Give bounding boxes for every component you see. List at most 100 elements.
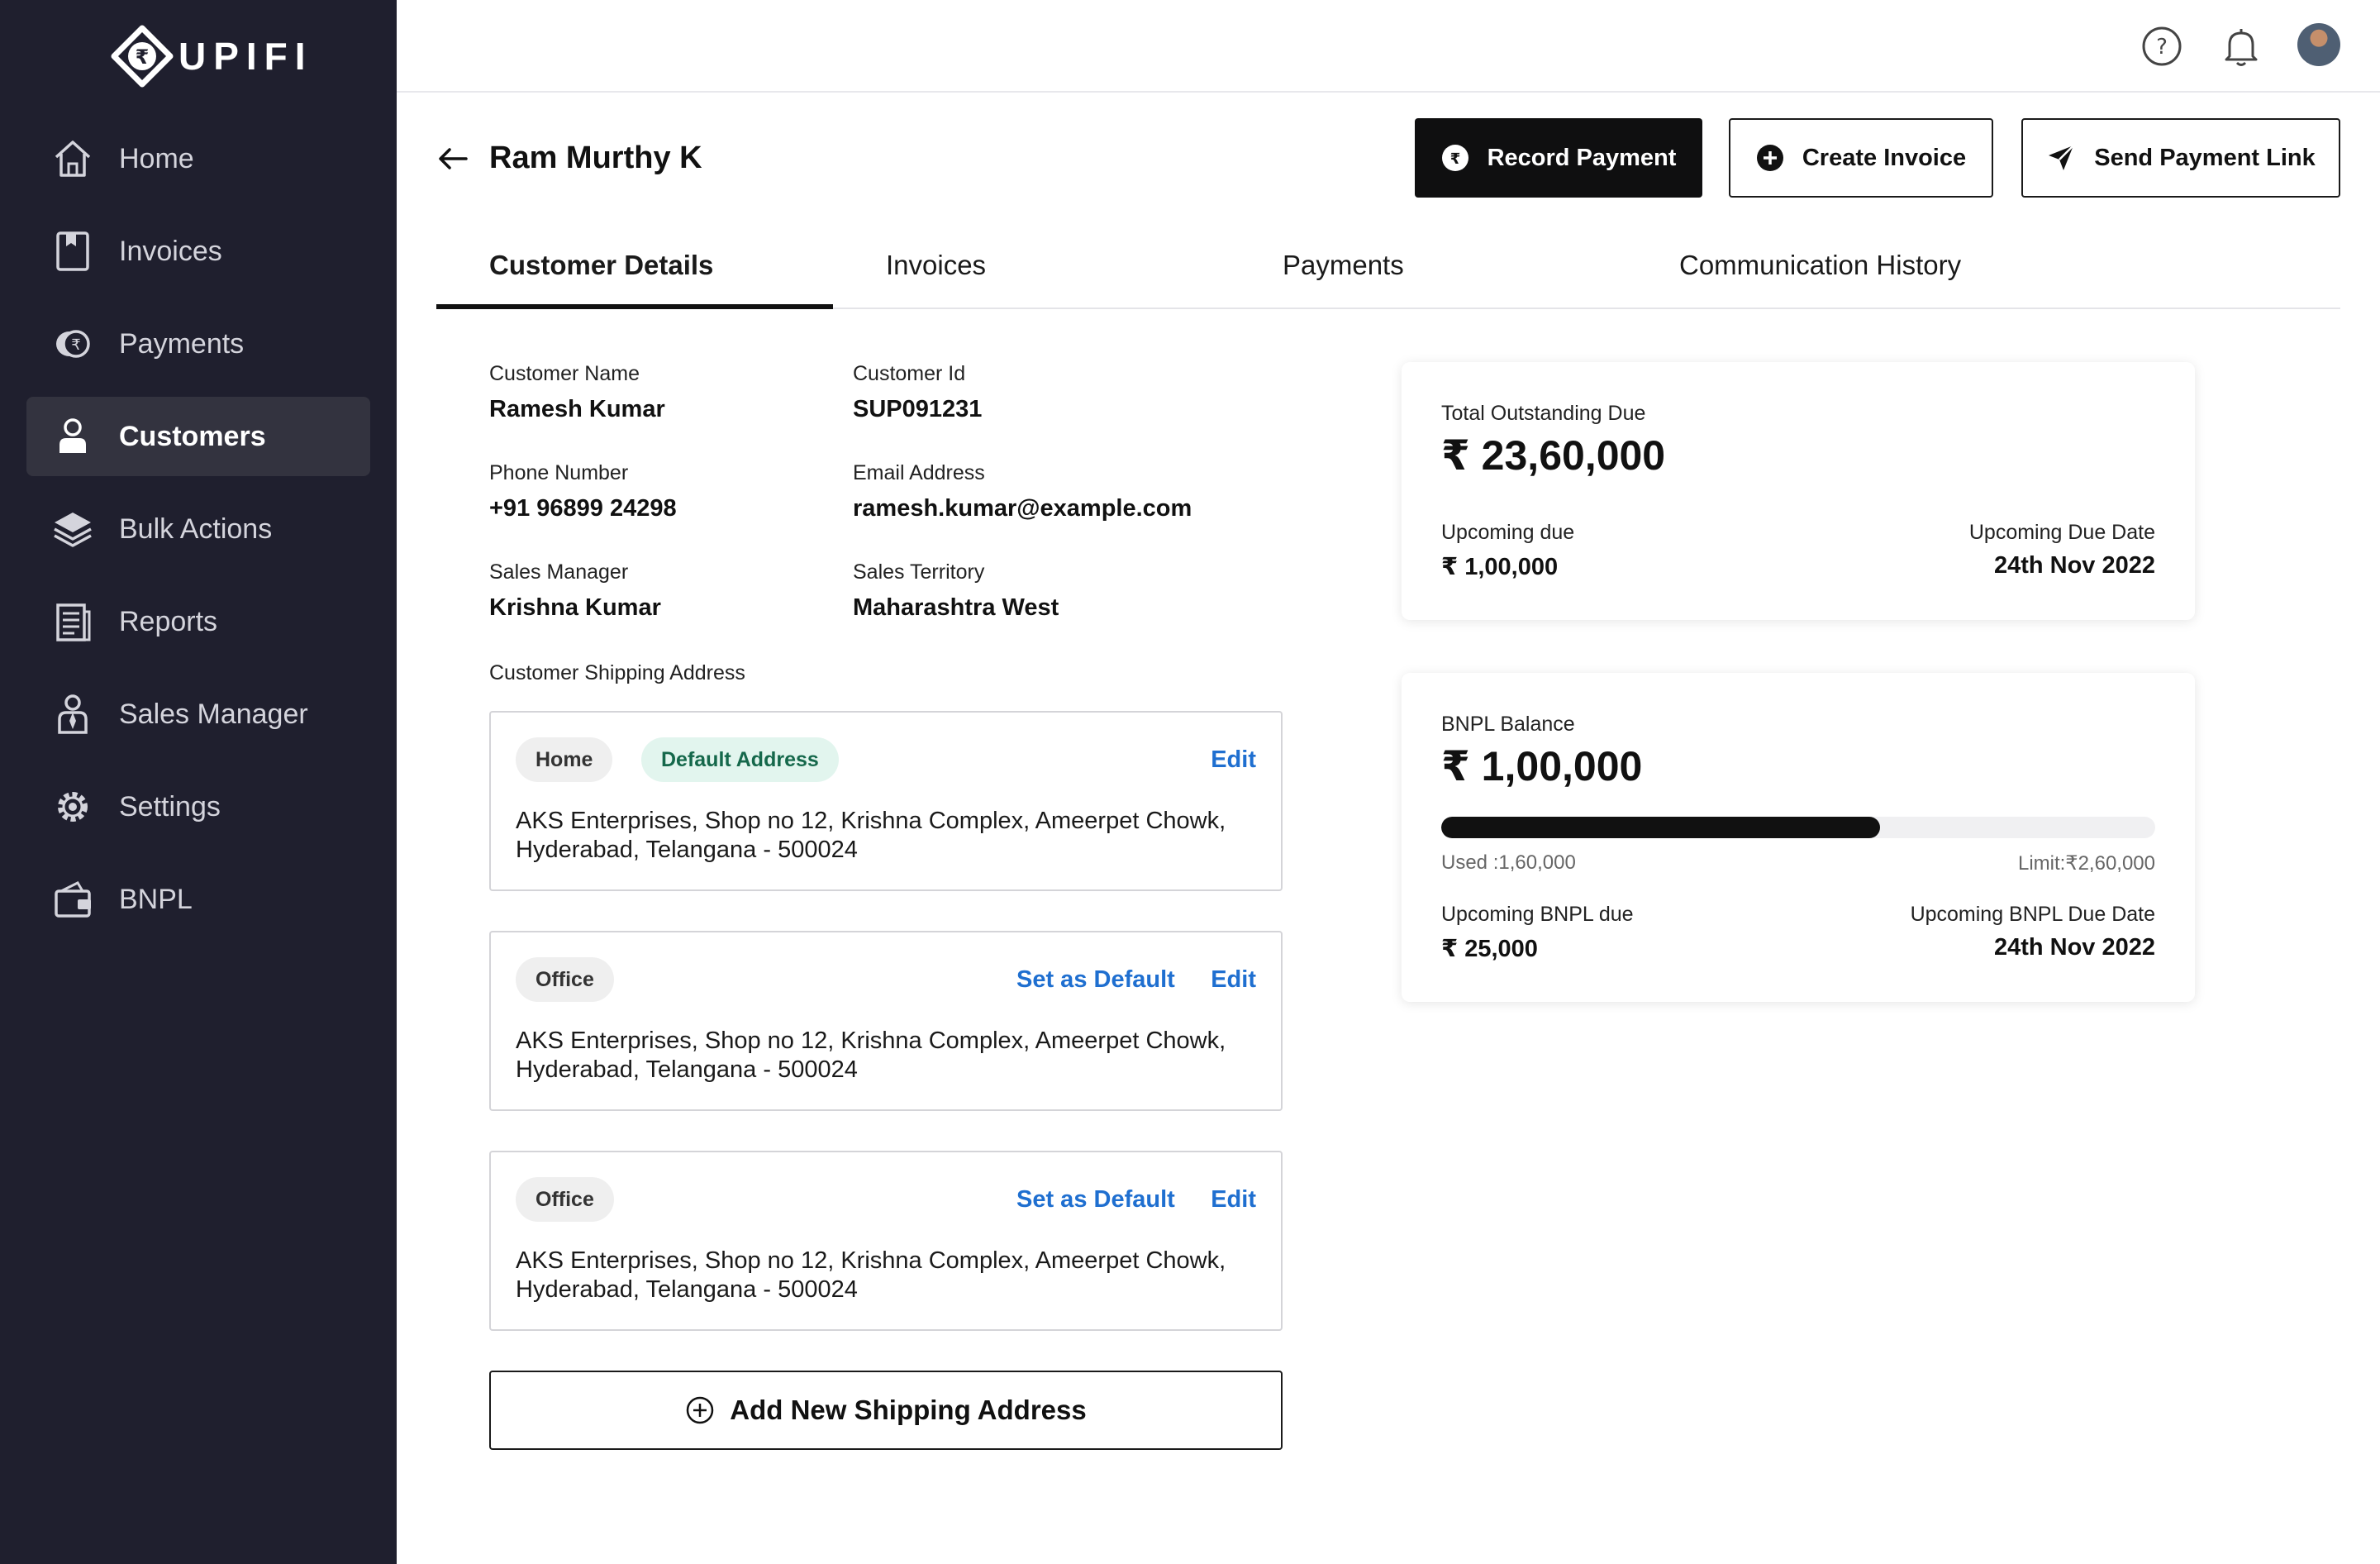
edit-address-button[interactable]: Edit (1211, 737, 1256, 782)
upcoming-due-date-value: 24th Nov 2022 (1993, 552, 2155, 579)
invoice-icon (26, 212, 119, 291)
svg-text:₹: ₹ (71, 336, 80, 354)
bnpl-due-value: ₹ 25,000 (1441, 936, 1538, 962)
sidebar-item-bulk-actions[interactable]: Bulk Actions (26, 489, 370, 569)
upcoming-due-label: Upcoming due (1441, 521, 1575, 544)
svg-text:?: ? (2156, 35, 2168, 60)
field-label: Customer Name (489, 362, 640, 385)
sidebar-item-label: Reports (119, 605, 218, 637)
record-payment-button[interactable]: ₹ Record Payment (1415, 118, 1702, 198)
address-line-2: Hyderabad, Telangana - 500024 (516, 1056, 858, 1083)
tab-payments[interactable]: Payments (1283, 222, 1404, 309)
add-shipping-address-label: Add New Shipping Address (730, 1395, 1087, 1425)
top-bar: ? (397, 0, 2380, 93)
sidebar-item-sales-manager[interactable]: Sales Manager (26, 675, 370, 754)
shipping-section-label: Customer Shipping Address (489, 661, 745, 684)
edit-address-button[interactable]: Edit (1211, 957, 1256, 1002)
outstanding-due-card: Total Outstanding Due ₹ 23,60,000 Upcomi… (1402, 362, 2195, 620)
address-card-home: Home Default Address Edit AKS Enterprise… (489, 711, 1283, 891)
tab-label: Payments (1283, 250, 1404, 280)
outstanding-amount: ₹ 23,60,000 (1441, 432, 1666, 479)
add-shipping-address-button[interactable]: Add New Shipping Address (489, 1371, 1283, 1450)
address-text: AKS Enterprises, Shop no 12, Krishna Com… (516, 1027, 1259, 1085)
address-line-1: AKS Enterprises, Shop no 12, Krishna Com… (516, 808, 1226, 834)
back-arrow-icon[interactable] (433, 139, 473, 179)
address-card-office: Office Set as Default Edit AKS Enterpris… (489, 931, 1283, 1111)
address-card-office: Office Set as Default Edit AKS Enterpris… (489, 1151, 1283, 1331)
phone-field: Phone Number +91 96899 24298 (489, 461, 677, 522)
send-payment-link-button[interactable]: Send Payment Link (2021, 118, 2340, 198)
bnpl-due-date-value: 24th Nov 2022 (1993, 934, 2155, 961)
sidebar-item-settings[interactable]: Settings (26, 767, 370, 846)
create-invoice-label: Create Invoice (1802, 144, 1967, 171)
avatar[interactable] (2297, 23, 2340, 66)
field-label: Phone Number (489, 461, 629, 484)
field-value: Maharashtra West (853, 594, 1059, 621)
tab-label: Customer Details (489, 250, 714, 280)
sidebar-item-label: Sales Manager (119, 698, 308, 730)
address-type-badge: Home (516, 737, 613, 782)
sidebar-item-label: Customers (119, 420, 266, 452)
manager-icon (26, 675, 119, 754)
sidebar-item-bnpl[interactable]: BNPL (26, 860, 370, 939)
help-icon[interactable]: ? (2139, 23, 2185, 69)
tab-label: Invoices (886, 250, 987, 280)
sales-manager-field: Sales Manager Krishna Kumar (489, 560, 661, 622)
sidebar-item-payments[interactable]: ₹ Payments (26, 304, 370, 384)
logo-mark-icon: ₹ (111, 25, 174, 88)
customer-name-field: Customer Name Ramesh Kumar (489, 362, 665, 423)
set-default-button[interactable]: Set as Default (1016, 1177, 1175, 1222)
sidebar-item-label: Settings (119, 790, 221, 823)
sidebar-item-customers[interactable]: Customers (26, 397, 370, 476)
sidebar-item-label: BNPL (119, 883, 193, 915)
wallet-icon (26, 860, 119, 939)
set-default-button[interactable]: Set as Default (1016, 957, 1175, 1002)
field-label: Email Address (853, 461, 985, 484)
brand-logo[interactable]: ₹ UPIFI (111, 25, 313, 88)
field-label: Sales Manager (489, 560, 629, 584)
sales-territory-field: Sales Territory Maharashtra West (853, 560, 1059, 622)
tab-label: Communication History (1679, 250, 1962, 280)
bnpl-due-date-label: Upcoming BNPL Due Date (1910, 903, 2155, 926)
address-line-2: Hyderabad, Telangana - 500024 (516, 1276, 858, 1303)
edit-address-button[interactable]: Edit (1211, 1177, 1256, 1222)
field-value: ramesh.kumar@example.com (853, 495, 1192, 522)
gear-icon (26, 767, 119, 846)
field-label: Customer Id (853, 362, 966, 385)
customer-id-field: Customer Id SUP091231 (853, 362, 982, 423)
address-text: AKS Enterprises, Shop no 12, Krishna Com… (516, 1247, 1259, 1304)
plus-circle-icon (1756, 145, 1783, 171)
bell-icon[interactable] (2218, 23, 2264, 69)
tab-communication-history[interactable]: Communication History (1679, 222, 1961, 309)
tab-customer-details[interactable]: Customer Details (489, 222, 713, 309)
address-line-1: AKS Enterprises, Shop no 12, Krishna Com… (516, 1247, 1226, 1274)
outstanding-label: Total Outstanding Due (1441, 402, 1646, 425)
sidebar-item-label: Home (119, 142, 194, 174)
address-line-1: AKS Enterprises, Shop no 12, Krishna Com… (516, 1028, 1226, 1054)
brand-name: UPIFI (178, 35, 313, 78)
sidebar: ₹ UPIFI Home Invoices ₹ Payments Custome… (0, 0, 397, 1564)
sidebar-item-home[interactable]: Home (26, 119, 370, 198)
sidebar-item-reports[interactable]: Reports (26, 582, 370, 661)
bnpl-used: Used :1,60,000 (1441, 851, 1576, 874)
sidebar-item-invoices[interactable]: Invoices (26, 212, 370, 291)
bnpl-due-label: Upcoming BNPL due (1441, 903, 1634, 926)
bnpl-label: BNPL Balance (1441, 713, 1575, 736)
user-icon (26, 397, 119, 476)
field-label: Sales Territory (853, 560, 985, 584)
home-icon (26, 119, 119, 198)
send-payment-link-label: Send Payment Link (2094, 144, 2316, 171)
field-value: +91 96899 24298 (489, 495, 677, 522)
active-tab-indicator (436, 304, 833, 309)
email-field: Email Address ramesh.kumar@example.com (853, 461, 1192, 522)
address-type-badge: Office (516, 1177, 614, 1222)
bnpl-usage-progress (1441, 817, 2155, 838)
create-invoice-button[interactable]: Create Invoice (1729, 118, 1993, 198)
tab-invoices[interactable]: Invoices (886, 222, 986, 309)
address-line-2: Hyderabad, Telangana - 500024 (516, 837, 858, 863)
layers-icon (26, 489, 119, 569)
bnpl-amount: ₹ 1,00,000 (1441, 743, 1643, 789)
field-value: SUP091231 (853, 396, 983, 422)
bnpl-balance-card: BNPL Balance ₹ 1,00,000 Used :1,60,000 L… (1402, 673, 2195, 1002)
upcoming-due-date-label: Upcoming Due Date (1968, 521, 2155, 544)
